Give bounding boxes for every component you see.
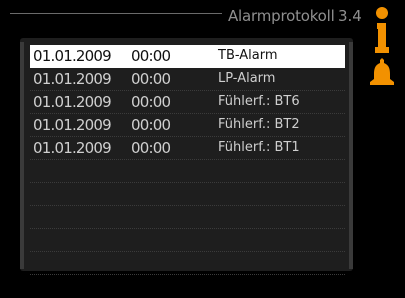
alarm-time: 00:00 — [131, 139, 171, 157]
alarm-time: 00:00 — [131, 93, 171, 111]
page-title: Alarmprotokoll — [228, 7, 335, 25]
alarm-row[interactable]: 01.01.2009 00:00 TB-Alarm — [30, 45, 345, 68]
screen-number: 3.4 — [338, 7, 362, 25]
alarm-log-list: 01.01.2009 00:00 TB-Alarm 01.01.2009 00:… — [30, 45, 345, 275]
alarm-row[interactable]: 01.01.2009 00:00 Fühlerf.: BT1 — [30, 137, 345, 160]
warning-icon[interactable] — [369, 58, 395, 86]
alarm-date: 01.01.2009 — [33, 47, 112, 65]
panel-right-edge — [349, 42, 353, 269]
alarm-type: LP-Alarm — [218, 71, 276, 86]
alarm-type: TB-Alarm — [218, 48, 278, 63]
alarm-type: Fühlerf.: BT6 — [218, 94, 300, 109]
info-icon[interactable] — [370, 6, 394, 54]
alarm-type: Fühlerf.: BT2 — [218, 117, 300, 132]
empty-row — [30, 229, 345, 252]
alarm-time: 00:00 — [131, 47, 171, 65]
alarm-date: 01.01.2009 — [33, 70, 112, 88]
alarm-time: 00:00 — [131, 116, 171, 134]
empty-row — [30, 160, 345, 183]
empty-row — [30, 183, 345, 206]
alarm-row[interactable]: 01.01.2009 00:00 Fühlerf.: BT6 — [30, 91, 345, 114]
title-divider — [10, 13, 222, 14]
alarm-row[interactable]: 01.01.2009 00:00 Fühlerf.: BT2 — [30, 114, 345, 137]
alarm-date: 01.01.2009 — [33, 139, 112, 157]
empty-row — [30, 206, 345, 229]
empty-row — [30, 252, 345, 275]
alarm-time: 00:00 — [131, 70, 171, 88]
alarm-date: 01.01.2009 — [33, 116, 112, 134]
panel-left-edge — [20, 42, 24, 269]
alarm-date: 01.01.2009 — [33, 93, 112, 111]
alarm-row[interactable]: 01.01.2009 00:00 LP-Alarm — [30, 68, 345, 91]
alarm-type: Fühlerf.: BT1 — [218, 140, 300, 155]
